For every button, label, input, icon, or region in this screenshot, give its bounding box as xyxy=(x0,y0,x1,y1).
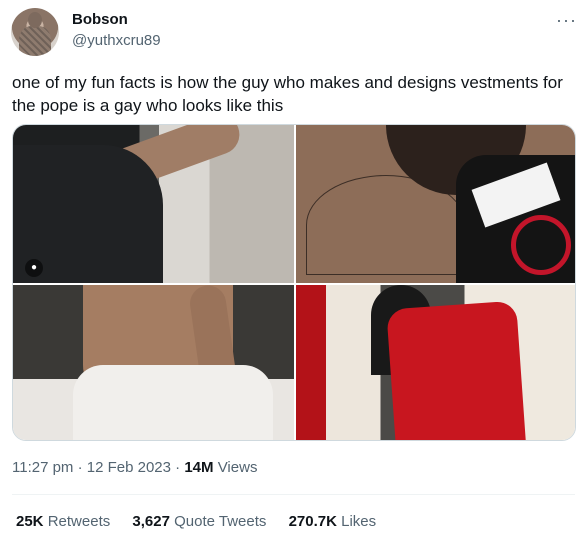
author-handle[interactable]: @yuthxcru89 xyxy=(72,32,161,49)
retweets-stat[interactable]: 25K Retweets xyxy=(16,513,114,530)
quote-tweets-stat[interactable]: 3,627 Quote Tweets xyxy=(132,513,270,530)
retweets-label: Retweets xyxy=(47,513,111,530)
views-count: 14M xyxy=(184,459,214,476)
likes-stat[interactable]: 270.7K Likes xyxy=(289,513,377,530)
likes-count: 270.7K xyxy=(288,513,337,530)
views-label: Views xyxy=(217,459,258,476)
photo-red-garment-side xyxy=(296,285,326,440)
user-tag-icon[interactable]: ● xyxy=(25,259,43,277)
media-photo-3[interactable] xyxy=(13,285,294,440)
separator: · xyxy=(175,459,181,476)
likes-label: Likes xyxy=(341,513,377,530)
timestamp[interactable]: 11:27 pm · 12 Feb 2023 xyxy=(12,459,171,476)
media-photo-1[interactable]: ● xyxy=(13,125,294,283)
tweet-text: one of my fun facts is how the guy who m… xyxy=(12,73,563,115)
quote-tweets-count: 3,627 xyxy=(132,513,170,530)
media-photo-2[interactable] xyxy=(296,125,575,283)
retweets-count: 25K xyxy=(16,513,44,530)
author-name[interactable]: Bobson xyxy=(72,11,128,28)
media-grid: ● xyxy=(12,124,576,441)
tweet-meta: 11:27 pm · 12 Feb 2023 · 14M Views xyxy=(12,459,257,476)
media-photo-4[interactable] xyxy=(296,285,575,440)
divider xyxy=(12,494,575,495)
avatar-figure xyxy=(19,26,51,56)
photo-red-ring xyxy=(511,215,571,275)
more-icon[interactable]: ··· xyxy=(556,10,577,31)
tweet: Bobson @yuthxcru89 ··· one of my fun fac… xyxy=(0,0,587,545)
quote-tweets-label: Quote Tweets xyxy=(174,513,267,530)
photo-red-vestment xyxy=(386,300,526,440)
avatar[interactable] xyxy=(11,8,59,56)
avatar-head xyxy=(28,12,42,28)
engagement-stats: 25K Retweets 3,627 Quote Tweets 270.7K L… xyxy=(16,513,394,530)
photo-sheet xyxy=(73,365,273,440)
